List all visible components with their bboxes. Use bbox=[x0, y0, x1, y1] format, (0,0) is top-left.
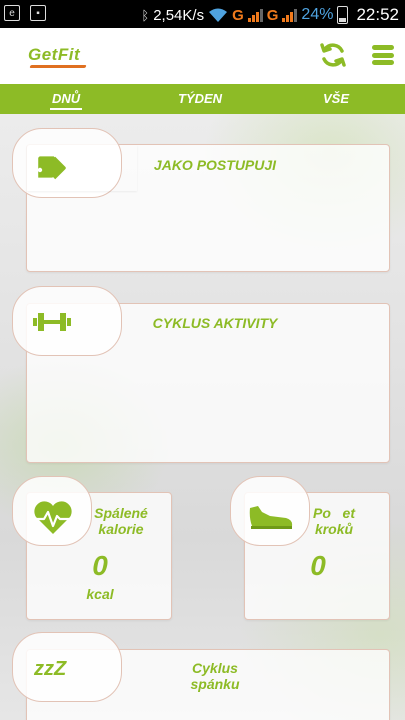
tags-icon bbox=[37, 156, 66, 180]
signal-2-icon bbox=[282, 8, 298, 22]
network-speed: 2,54K/s bbox=[153, 6, 205, 24]
battery-icon bbox=[337, 6, 349, 24]
shoe-icon bbox=[249, 506, 293, 529]
app-bar: GetFit bbox=[0, 28, 405, 82]
tab-week[interactable]: TÝDEN bbox=[178, 91, 222, 106]
menu-icon[interactable] bbox=[372, 45, 394, 65]
progress-card-title: JAKO POSTUPUJI bbox=[153, 157, 277, 173]
activity-card-title: CYKLUS AKTIVITY bbox=[152, 315, 278, 331]
signal-1-icon bbox=[247, 8, 263, 22]
calories-card-title: Spálené kalorie bbox=[94, 505, 148, 537]
logo-underline bbox=[29, 65, 87, 68]
calories-unit: kcal bbox=[86, 586, 114, 602]
image-notification-icon: ▪ bbox=[30, 5, 46, 21]
sleep-zzz-icon: zzZ bbox=[34, 658, 67, 680]
network-type-2: G bbox=[266, 6, 279, 24]
steps-card-title: Po et kroků bbox=[312, 505, 355, 537]
network-type-1: G bbox=[232, 6, 244, 24]
bluetooth-icon: ᛒ bbox=[141, 7, 150, 23]
app-logo: GetFit bbox=[28, 45, 81, 64]
tab-all[interactable]: VŠE bbox=[323, 91, 349, 106]
tab-days[interactable]: DNŮ bbox=[49, 91, 83, 110]
dashboard-content: JAKO POSTUPUJI CYKLUS AKTIVITY Spálené k… bbox=[0, 114, 405, 720]
steps-value: 0 bbox=[310, 550, 326, 581]
dumbbell-icon bbox=[33, 313, 71, 331]
clock: 22:52 bbox=[356, 5, 399, 24]
calories-value: 0 bbox=[92, 550, 108, 581]
sleep-card-title: Cyklus spánku bbox=[190, 660, 240, 692]
period-tabs: DNŮ TÝDEN VŠE bbox=[0, 84, 405, 114]
sleep-card-tab bbox=[12, 632, 122, 702]
heartbeat-icon bbox=[34, 501, 72, 534]
battery-percent: 24% bbox=[301, 6, 334, 23]
wifi-icon bbox=[209, 8, 228, 22]
sync-icon[interactable] bbox=[318, 40, 348, 70]
browser-notification-icon: e bbox=[4, 5, 20, 21]
status-bar: e ▪ ᛒ 2,54K/s G G 24% 22:52 bbox=[0, 0, 405, 28]
